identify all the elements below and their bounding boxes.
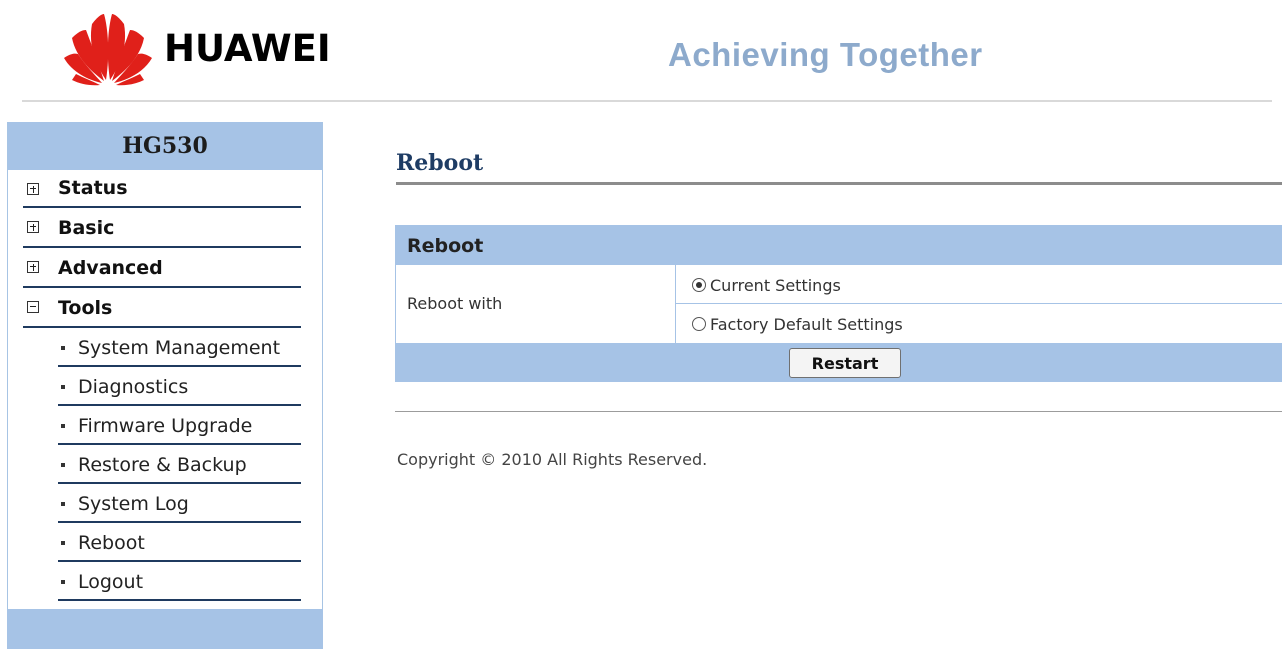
sidebar-menu: Status Basic Advanced Tools System Manag… bbox=[8, 170, 322, 601]
brand-name: HUAWEI bbox=[164, 26, 331, 70]
sidebar-subitem-label: Firmware Upgrade bbox=[78, 415, 253, 437]
option-current-settings[interactable]: Current Settings bbox=[676, 265, 1282, 304]
slogan: Achieving Together bbox=[668, 36, 983, 73]
expand-plus-icon[interactable] bbox=[27, 261, 39, 273]
sidebar-subitem-restore-backup[interactable]: Restore & Backup bbox=[58, 445, 301, 484]
expand-plus-icon[interactable] bbox=[27, 221, 39, 233]
page-title: Reboot bbox=[396, 150, 484, 176]
collapse-minus-icon[interactable] bbox=[27, 301, 39, 313]
title-divider bbox=[396, 182, 1282, 185]
bullet-icon bbox=[61, 541, 65, 545]
option-factory-default-settings[interactable]: Factory Default Settings bbox=[676, 304, 1282, 343]
bullet-icon bbox=[61, 424, 65, 428]
copyright-text: Copyright © 2010 All Rights Reserved. bbox=[397, 450, 708, 469]
sidebar-subitem-diagnostics[interactable]: Diagnostics bbox=[58, 367, 301, 406]
sidebar-subitem-label: System Log bbox=[78, 493, 189, 515]
sidebar-item-label: Basic bbox=[58, 217, 115, 239]
sidebar-subitem-label: Restore & Backup bbox=[78, 454, 247, 476]
sidebar: HG530 Status Basic Advanced Tools System… bbox=[7, 122, 323, 649]
radio-current-settings[interactable] bbox=[692, 278, 706, 292]
sidebar-item-status[interactable]: Status bbox=[23, 170, 301, 208]
sidebar-item-tools[interactable]: Tools bbox=[23, 288, 301, 328]
radio-factory-default-settings[interactable] bbox=[692, 317, 706, 331]
reboot-options: Current Settings Factory Default Setting… bbox=[676, 265, 1282, 343]
huawei-logo: HUAWEI bbox=[62, 10, 331, 86]
sidebar-subitem-label: System Management bbox=[78, 337, 281, 359]
sidebar-subitem-system-management[interactable]: System Management bbox=[58, 328, 301, 367]
huawei-flower-icon bbox=[64, 14, 152, 86]
reboot-actions-bar: Restart bbox=[395, 343, 1282, 382]
bullet-icon bbox=[61, 385, 65, 389]
content-divider bbox=[395, 411, 1282, 412]
reboot-panel: Reboot Reboot with Current Settings Fact… bbox=[395, 225, 1282, 382]
reboot-section-header: Reboot bbox=[395, 225, 1282, 265]
bullet-icon bbox=[61, 463, 65, 467]
restart-button[interactable]: Restart bbox=[789, 348, 901, 378]
sidebar-item-label: Advanced bbox=[58, 257, 163, 279]
expand-plus-icon[interactable] bbox=[27, 183, 39, 195]
header-divider bbox=[22, 100, 1272, 102]
sidebar-item-basic[interactable]: Basic bbox=[23, 208, 301, 248]
bullet-icon bbox=[61, 502, 65, 506]
sidebar-subitem-label: Diagnostics bbox=[78, 376, 189, 398]
option-label: Current Settings bbox=[710, 276, 841, 295]
sidebar-subitem-system-log[interactable]: System Log bbox=[58, 484, 301, 523]
reboot-with-label: Reboot with bbox=[396, 265, 676, 343]
bullet-icon bbox=[61, 580, 65, 584]
sidebar-item-label: Status bbox=[58, 177, 128, 199]
sidebar-item-label: Tools bbox=[58, 297, 113, 319]
sidebar-subitem-label: Logout bbox=[78, 571, 144, 593]
bullet-icon bbox=[61, 346, 65, 350]
device-model-title: HG530 bbox=[8, 122, 322, 170]
sidebar-subitem-logout[interactable]: Logout bbox=[58, 562, 301, 601]
reboot-options-row: Reboot with Current Settings Factory Def… bbox=[395, 265, 1282, 343]
sidebar-subitem-firmware-upgrade[interactable]: Firmware Upgrade bbox=[58, 406, 301, 445]
sidebar-subitem-label: Reboot bbox=[78, 532, 145, 554]
header: HUAWEI Achieving Together bbox=[0, 0, 1282, 110]
sidebar-subitem-reboot[interactable]: Reboot bbox=[58, 523, 301, 562]
option-label: Factory Default Settings bbox=[710, 315, 903, 334]
sidebar-footer-bar bbox=[7, 609, 323, 649]
sidebar-item-advanced[interactable]: Advanced bbox=[23, 248, 301, 288]
